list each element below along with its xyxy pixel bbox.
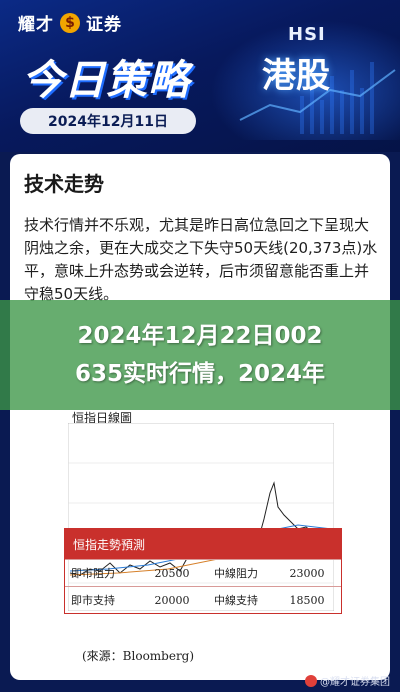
row-label-b: 中線阻力 — [214, 567, 259, 580]
table-row: 即市支持 20000 中線支持 18500 — [65, 586, 341, 613]
headline: 今日策略 — [22, 56, 190, 104]
brand-suffix: 证券 — [86, 15, 122, 35]
brand: 耀才 $ 证券 — [18, 10, 122, 35]
brand-logo-icon: $ — [60, 12, 80, 33]
row-value-a: 20500 — [154, 566, 190, 580]
hk-stocks-label: 港股 — [262, 56, 330, 96]
table-row: 即市阻力 20500 中線阻力 23000 — [65, 559, 341, 586]
date-pill: 2024年12月11日 — [20, 108, 196, 134]
chart-source: (來源：Bloomberg) — [82, 649, 195, 663]
row-value-a: 20000 — [154, 593, 190, 607]
brand-name: 耀才 — [18, 15, 54, 35]
content-card: 技术走势 技术行情并不乐观，尤其是昨日高位急回之下呈现大阴烛之余，更在大成交之下… — [10, 154, 390, 680]
row-label-a: 即市支持 — [71, 594, 115, 607]
weibo-icon — [305, 674, 317, 687]
forecast-table: 恒指走勢預測 即市阻力 20500 中線阻力 23000 即市支持 20000 … — [64, 528, 342, 614]
section-title: 技术走势 — [24, 172, 104, 196]
watermark: @耀才证券集团 — [305, 673, 390, 688]
row-label-b: 中線支持 — [214, 594, 259, 607]
header-banner: 耀才 $ 证券 今日策略 2024年12月11日 HSI 港股 — [0, 0, 400, 152]
forecast-header: 恒指走勢預測 — [65, 529, 341, 559]
row-label-a: 即市阻力 — [71, 567, 115, 580]
article-paragraph: 技术行情并不乐观，尤其是昨日高位急回之下呈现大阴烛之余，更在大成交之下失守50天… — [24, 216, 378, 303]
overlay-title[interactable]: 2024年12月22日002 635实时行情，2024年 — [0, 300, 400, 410]
watermark-text: @耀才证券集团 — [320, 677, 390, 688]
hsi-label: HSI — [288, 24, 326, 45]
row-value-b: 23000 — [289, 566, 325, 580]
overlay-line-2: 635实时行情，2024年 — [74, 361, 326, 387]
row-value-b: 18500 — [289, 593, 325, 607]
overlay-line-1: 2024年12月22日002 — [77, 323, 323, 349]
